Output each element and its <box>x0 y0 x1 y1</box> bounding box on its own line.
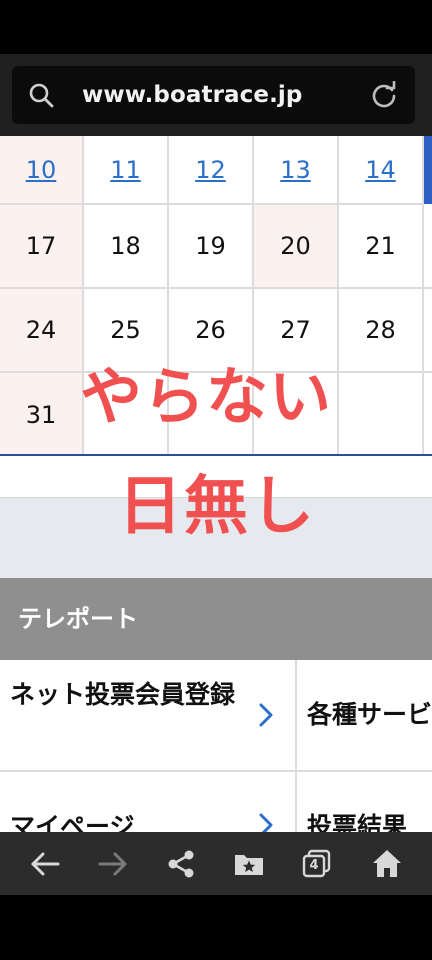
calendar-day-cell: 18 <box>84 205 169 289</box>
calendar-day-cell: 20 <box>254 205 339 289</box>
share-icon[interactable] <box>164 847 198 881</box>
annotation-line-1: やらない <box>80 360 333 433</box>
section-title: テレポート <box>18 605 138 633</box>
bookmarks-icon[interactable] <box>232 847 266 881</box>
browser-toolbar: www.boatrace.jp <box>0 54 432 136</box>
calendar-day: 26 <box>195 316 226 344</box>
tab-count: 4 <box>309 858 319 873</box>
calendar-day-cell: 24 <box>0 289 84 373</box>
calendar-day: 19 <box>195 232 226 260</box>
menu-item-services[interactable]: 各種サービ <box>297 660 432 772</box>
calendar-day: 27 <box>280 316 311 344</box>
calendar-day: 20 <box>280 232 311 260</box>
calendar-day-cell: 21 <box>339 205 424 289</box>
address-bar[interactable]: www.boatrace.jp <box>12 66 415 124</box>
calendar-day: 31 <box>25 400 57 429</box>
chevron-right-icon <box>259 703 273 727</box>
reload-icon[interactable] <box>370 81 398 109</box>
section-header: テレポート <box>0 578 432 660</box>
calendar-day: 21 <box>365 232 396 260</box>
calendar-day-link[interactable]: 12 <box>195 156 226 184</box>
calendar-day-cell <box>424 205 432 289</box>
tabs-button[interactable]: 4 <box>300 847 334 881</box>
system-nav-area <box>0 895 432 960</box>
calendar-day-cell <box>424 289 432 373</box>
calendar-scroll-edge <box>424 136 432 204</box>
calendar-day-cell[interactable]: 12 <box>169 136 254 205</box>
calendar-day-cell: 17 <box>0 205 84 289</box>
calendar-day: 17 <box>25 232 57 260</box>
calendar-day-cell[interactable]: 13 <box>254 136 339 205</box>
forward-arrow-icon[interactable] <box>96 847 130 881</box>
calendar-day: 18 <box>110 232 141 260</box>
calendar-day-cell: 28 <box>339 289 424 373</box>
url-text[interactable]: www.boatrace.jp <box>82 80 302 110</box>
menu-item-my-page[interactable]: マイページ <box>0 772 297 832</box>
browser-screen: www.boatrace.jp 10 11 12 13 14 17 18 19 … <box>0 0 432 960</box>
page-content: 10 11 12 13 14 17 18 19 20 21 24 25 26 2… <box>0 136 432 832</box>
calendar-day-cell <box>424 373 432 456</box>
calendar-day: 24 <box>25 316 57 344</box>
calendar-day-link[interactable]: 14 <box>365 156 396 184</box>
calendar-day: 28 <box>365 316 396 344</box>
calendar-day-cell[interactable]: 11 <box>84 136 169 205</box>
menu-item-label: マイページ <box>10 812 135 832</box>
menu-item-vote-results[interactable]: 投票結果 <box>297 772 432 832</box>
calendar-day-cell: 31 <box>0 373 84 456</box>
search-icon <box>29 83 54 108</box>
back-arrow-icon[interactable] <box>28 847 62 881</box>
menu-item-label: 各種サービ <box>307 700 432 729</box>
calendar-day-link[interactable]: 13 <box>280 156 311 184</box>
menu-grid: ネット投票会員登録 各種サービ マイページ 投票結果 <box>0 660 432 832</box>
calendar-day-cell[interactable]: 14 <box>339 136 424 205</box>
calendar-day-cell: 19 <box>169 205 254 289</box>
calendar-day-cell[interactable]: 10 <box>0 136 84 205</box>
home-icon[interactable] <box>370 847 404 881</box>
browser-bottom-bar: 4 <box>0 832 432 895</box>
menu-item-label: ネット投票会員登録 <box>10 680 236 709</box>
chevron-right-icon <box>259 813 273 832</box>
menu-item-label: 投票結果 <box>307 812 408 832</box>
calendar-day: 25 <box>110 316 141 344</box>
calendar-day-link[interactable]: 11 <box>110 156 141 184</box>
calendar-day-link[interactable]: 10 <box>26 156 57 184</box>
menu-item-net-vote-signup[interactable]: ネット投票会員登録 <box>0 660 297 772</box>
annotation-line-2: 日無し <box>118 470 316 544</box>
